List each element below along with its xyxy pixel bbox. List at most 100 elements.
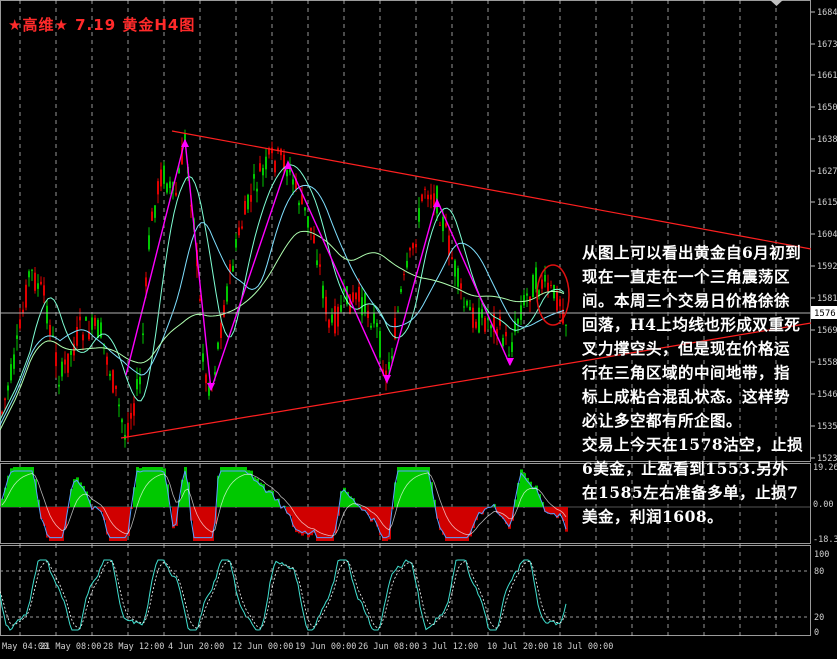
stochastic-panel-frame: [1, 546, 811, 636]
macd-bar: [118, 507, 121, 541]
current-price-label: 1576.: [814, 309, 837, 319]
candle-body: [34, 273, 36, 291]
candle-body: [49, 325, 51, 336]
upper-trendline: [172, 131, 811, 249]
candle-body: [460, 283, 462, 288]
candle-body: [157, 181, 159, 194]
candle-body: [247, 195, 249, 210]
candle-body: [457, 268, 459, 287]
candle-body: [541, 279, 543, 288]
candle-body: [130, 413, 132, 419]
macd-bar: [400, 467, 403, 507]
candle-body: [334, 306, 336, 333]
time-tick-label: 10 Jul 20:00: [487, 642, 548, 652]
candle-body: [559, 299, 561, 306]
price-tick-label: 1569.: [817, 326, 837, 336]
candle-body: [412, 243, 414, 248]
candle-body: [43, 285, 45, 295]
candle-body: [253, 174, 255, 179]
candle-body: [373, 313, 375, 324]
candle-body: [502, 338, 504, 346]
candle-body: [76, 327, 78, 346]
macd-bar: [265, 491, 268, 507]
macd-bar: [28, 467, 31, 507]
candle-body: [442, 217, 444, 231]
candle-body: [418, 208, 420, 222]
candle-body: [508, 355, 510, 356]
candle-body: [109, 374, 111, 376]
macd-bar: [151, 467, 154, 507]
candle-body: [310, 228, 312, 231]
macd-tick-label: 0.00: [813, 500, 833, 510]
candle-body: [466, 301, 468, 306]
time-axis: May 04:0021 May 08:0028 May 12:004 Jun 2…: [2, 642, 613, 652]
macd-bar: [460, 507, 463, 541]
macd-bar: [49, 507, 52, 541]
candle-body: [25, 285, 27, 308]
time-tick-label: 18 Jul 00:00: [552, 642, 613, 652]
price-tick-label: 1592.: [817, 262, 837, 272]
candle-body: [406, 261, 408, 268]
price-tick-label: 1581.: [817, 294, 837, 304]
candle-body: [232, 266, 234, 272]
candle-body: [217, 343, 219, 349]
candle-body: [199, 299, 201, 301]
price-tick-label: 1650.: [817, 103, 837, 113]
price-tick-label: 1627.: [817, 167, 837, 177]
candle-body: [358, 287, 360, 302]
macd-bar: [385, 507, 388, 541]
candle-body: [7, 386, 9, 391]
candle-body: [556, 291, 558, 310]
scroll-marker-icon[interactable]: [770, 0, 783, 6]
price-tick-label: 1661.: [817, 71, 837, 81]
macd-bar: [325, 507, 328, 541]
candle-body: [148, 235, 150, 249]
candle-body: [58, 385, 60, 387]
candle-body: [397, 311, 399, 312]
candle-body: [298, 203, 300, 205]
candle-body: [133, 403, 135, 415]
macd-bar: [322, 507, 325, 541]
macd-bar: [241, 467, 244, 507]
candle-body: [391, 356, 393, 358]
price-tick-label: 1638.: [817, 135, 837, 145]
macd-bar: [532, 487, 535, 507]
candle-body: [475, 322, 477, 328]
macd-bar: [463, 507, 466, 541]
macd-bar: [274, 499, 277, 507]
candle-body: [463, 306, 465, 307]
candle-body: [340, 305, 342, 312]
time-tick-label: 12 Jun 00:00: [232, 642, 293, 652]
candle-body: [118, 405, 120, 407]
candle-body: [376, 323, 378, 327]
macd-bar: [319, 507, 322, 541]
candle-body: [277, 148, 279, 150]
candle-body: [226, 286, 228, 301]
macd-bar: [25, 467, 28, 507]
candle-body: [394, 318, 396, 339]
candle-body: [160, 170, 162, 187]
time-tick-label: 21 May 08:00: [40, 642, 101, 652]
candle-body: [274, 161, 276, 173]
candle-body: [28, 271, 30, 277]
macd-bar: [199, 507, 202, 541]
candle-body: [451, 257, 453, 259]
candle-body: [469, 307, 471, 311]
macd-bar: [58, 507, 61, 541]
stoch-tick-label: 100: [814, 550, 829, 560]
candle-body: [490, 325, 492, 328]
price-tick-label: 1684: [817, 8, 837, 18]
candle-body: [4, 398, 6, 400]
candle-body: [400, 289, 402, 292]
candle-body: [307, 216, 309, 227]
price-tick-label: 1673.: [817, 40, 837, 50]
candle-body: [223, 305, 225, 317]
candle-body: [70, 351, 72, 355]
candle-body: [121, 419, 123, 422]
candle-body: [364, 293, 366, 312]
candle-body: [430, 195, 432, 200]
candle-body: [403, 274, 405, 275]
candle-body: [421, 194, 423, 201]
candle-body: [517, 319, 519, 324]
chart-window[interactable]: 16841673.1661.1650.1638.1627.1615.1604.1…: [0, 0, 837, 655]
